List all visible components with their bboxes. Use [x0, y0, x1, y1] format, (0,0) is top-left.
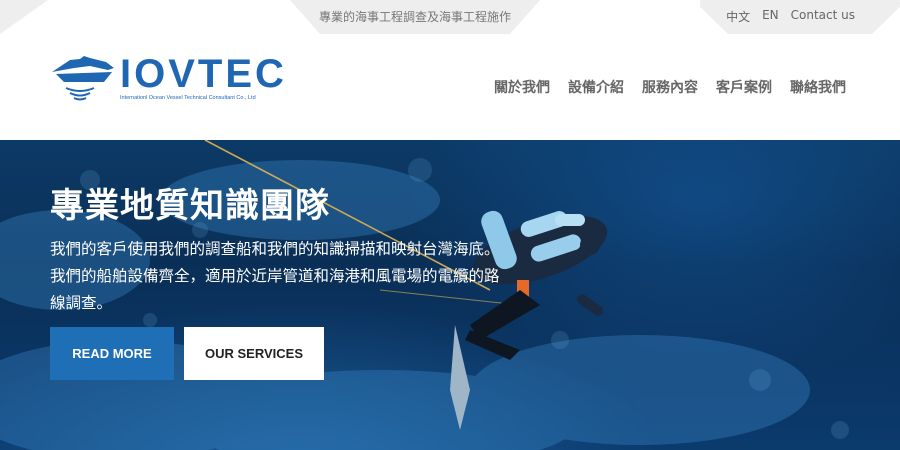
hero-description: 我們的客戶使用我們的調查船和我們的知識掃描和映射台灣海底。我們的船舶設備齊全，適…: [50, 240, 500, 312]
ship-logo-icon: [52, 56, 114, 101]
main-navigation: 關於我們 設備介紹 服務內容 客戶案例 聯絡我們: [494, 77, 846, 97]
contact-us-link[interactable]: Contact us: [791, 8, 855, 25]
topbar-corner-decoration: [0, 0, 48, 34]
language-zh-link[interactable]: 中文: [726, 8, 750, 25]
site-logo[interactable]: IOVTEC Internationl Ocean Vessel Technic…: [50, 52, 295, 114]
hero-banner: 專業地質知識團隊 我們的客戶使用我們的調查船和我們的知識掃描和映射台灣海底。我們…: [0, 140, 900, 450]
nav-item-services[interactable]: 服務內容: [642, 77, 698, 97]
top-utility-bar: 專業的海事工程調查及海事工程施作 中文 EN Contact us: [0, 0, 900, 34]
nav-item-about[interactable]: 關於我們: [494, 77, 550, 97]
our-services-button[interactable]: OUR SERVICES: [184, 327, 324, 380]
brand-wordmark: IOVTEC: [120, 52, 287, 96]
utility-links: 中文 EN Contact us: [726, 8, 855, 25]
nav-item-contact[interactable]: 聯絡我們: [790, 77, 846, 97]
read-more-button[interactable]: READ MORE: [50, 327, 174, 380]
brand-subtitle: Internationl Ocean Vessel Technical Cons…: [120, 95, 256, 101]
hero-title: 專業地質知識團隊: [50, 186, 330, 226]
site-tagline: 專業的海事工程調查及海事工程施作: [318, 10, 511, 24]
nav-item-cases[interactable]: 客戶案例: [716, 77, 772, 97]
nav-item-equipment[interactable]: 設備介紹: [568, 77, 624, 97]
language-en-link[interactable]: EN: [762, 8, 779, 25]
site-header: IOVTEC Internationl Ocean Vessel Technic…: [0, 34, 900, 140]
